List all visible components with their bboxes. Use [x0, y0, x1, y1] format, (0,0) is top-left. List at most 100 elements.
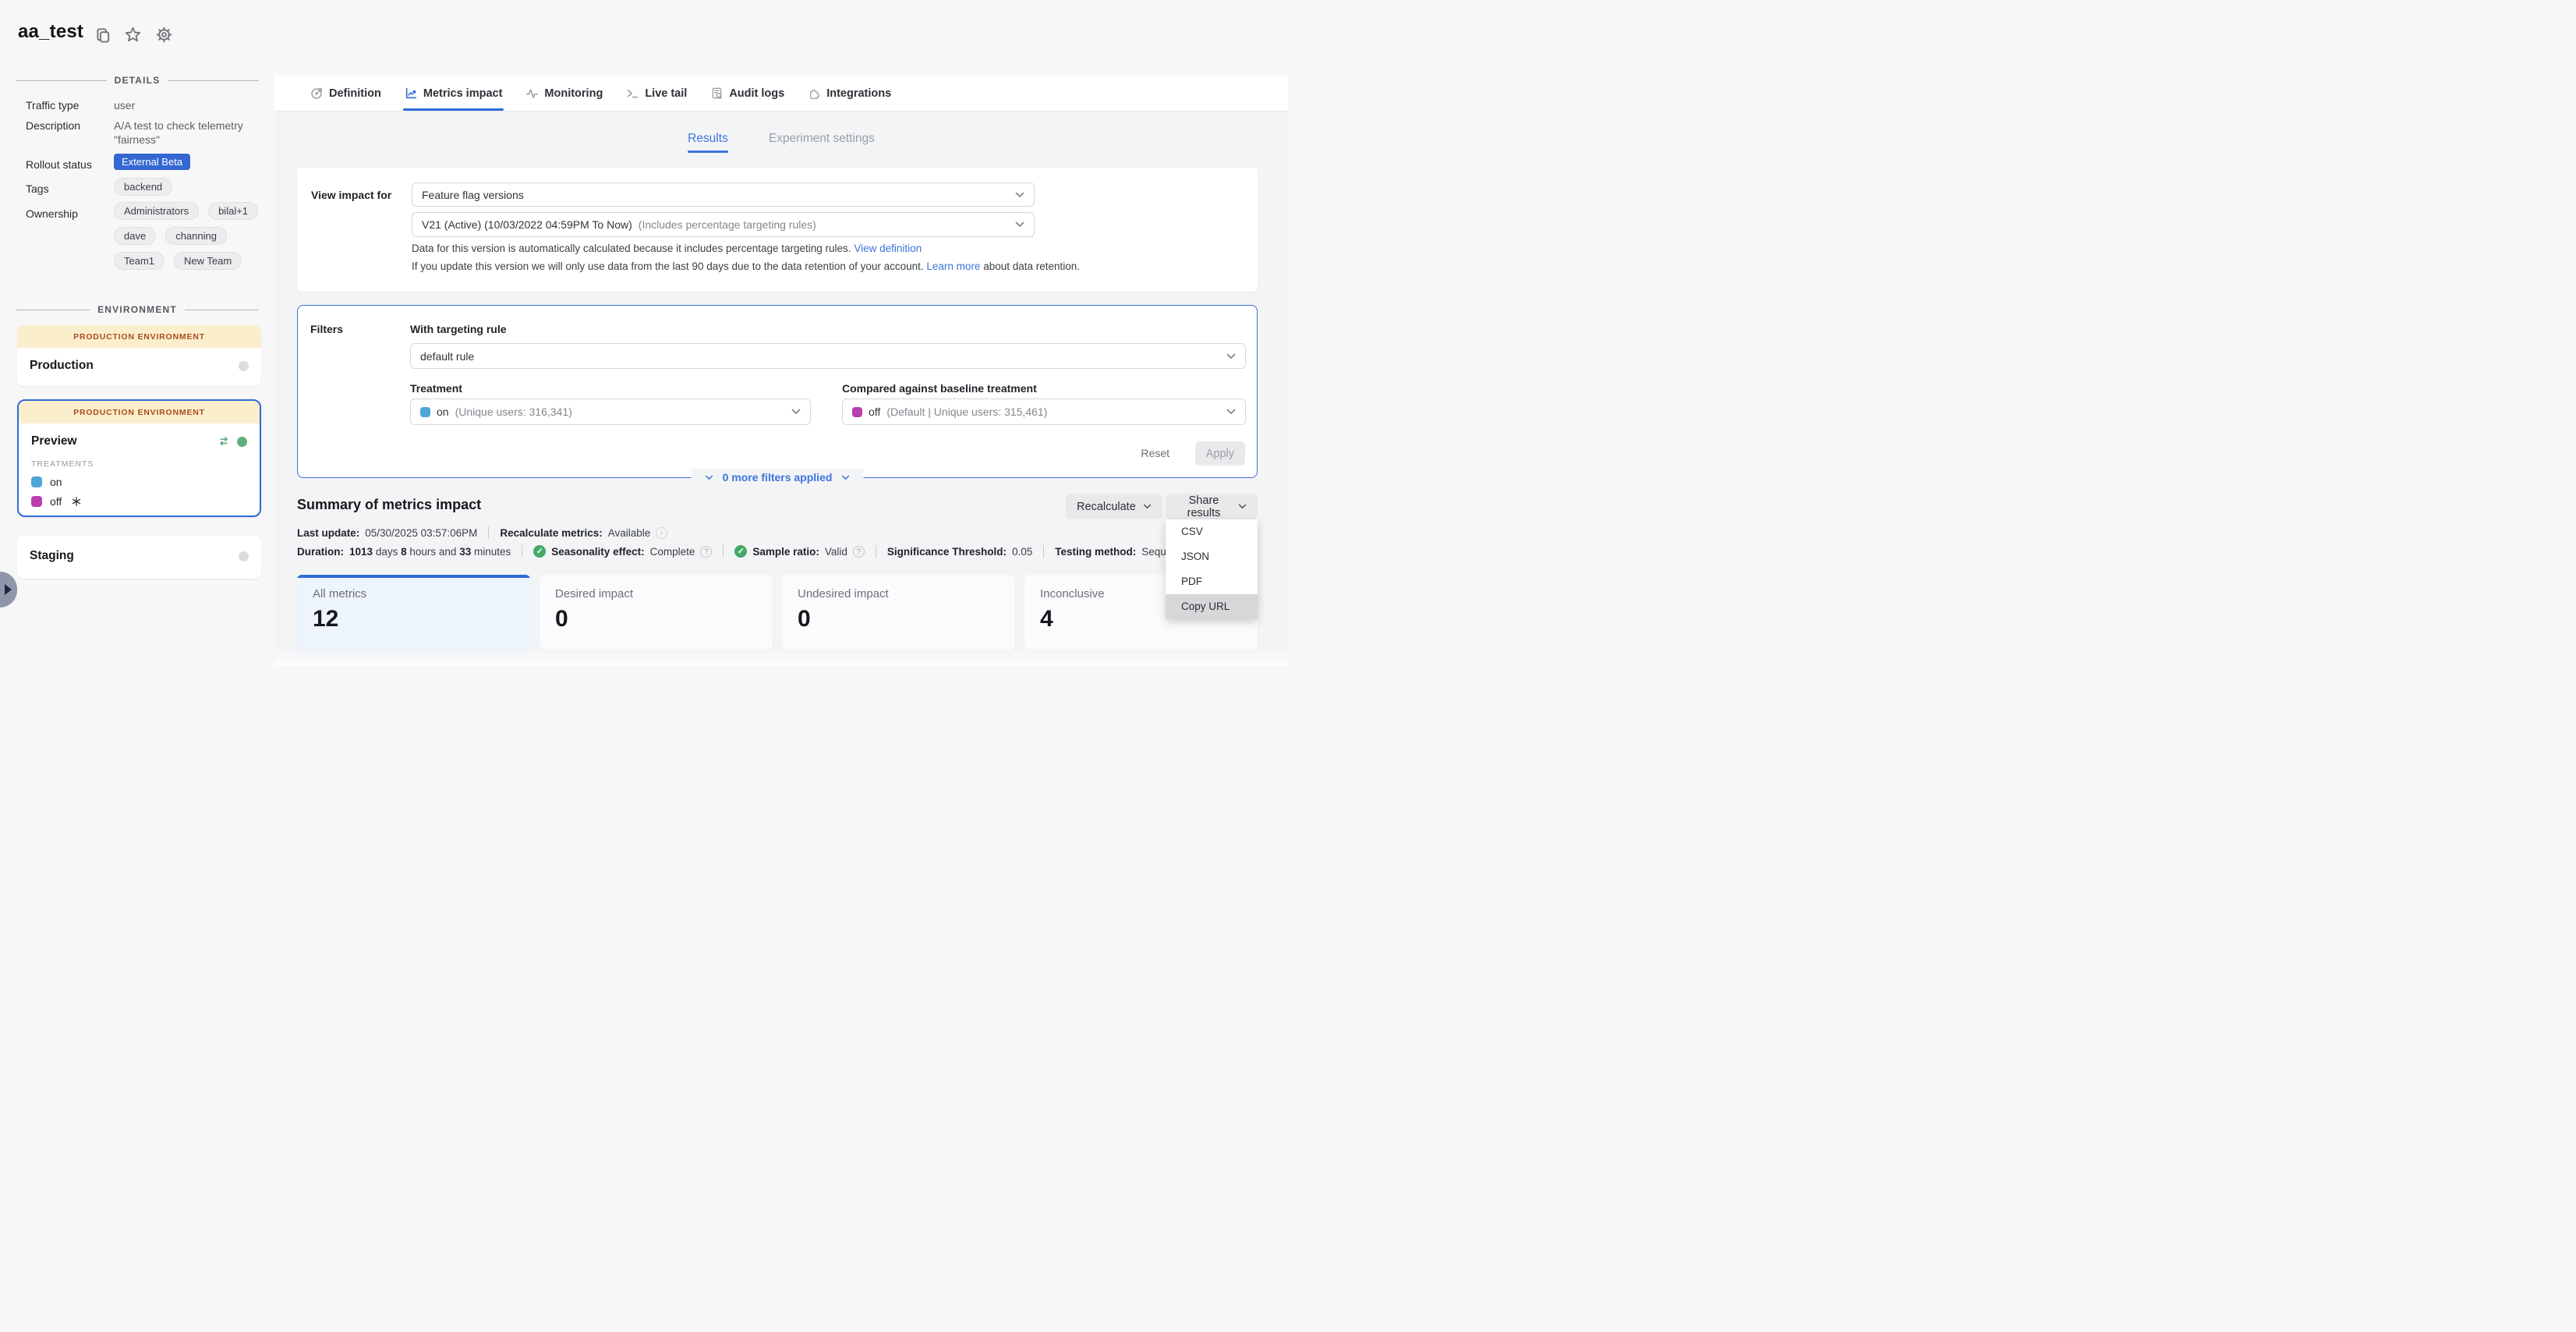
treatment-label: Treatment — [410, 382, 462, 395]
sidebar-expand-handle[interactable] — [0, 572, 17, 608]
view-definition-link[interactable]: View definition — [854, 243, 922, 254]
targeting-rule-value: default rule — [420, 350, 474, 363]
owner-chip: bilal+1 — [208, 202, 258, 220]
summary-title: Summary of metrics impact — [297, 497, 481, 513]
baseline-label: Compared against baseline treatment — [842, 382, 1037, 395]
main-tabbar: Definition Metrics impact Monitoring Liv… — [274, 76, 1288, 112]
version-note: (Includes percentage targeting rules) — [639, 218, 816, 231]
divider — [1043, 545, 1044, 558]
environment-name: Production — [30, 359, 94, 373]
divider — [488, 526, 489, 539]
metric-card-label: Undesired impact — [798, 587, 889, 600]
tab-monitoring[interactable]: Monitoring — [525, 76, 603, 111]
info-text: If you update this version we will only … — [412, 260, 924, 272]
duration-value: 1013 days 8 hours and 33 minutes — [349, 546, 511, 558]
environment-card-preview[interactable]: PRODUCTION ENVIRONMENT Preview TREATMENT… — [17, 399, 261, 517]
recalculate-button[interactable]: Recalculate — [1066, 494, 1162, 519]
treatments-title: TREATMENTS — [19, 448, 260, 469]
star-icon[interactable] — [122, 24, 143, 45]
metric-card-value: 0 — [555, 606, 568, 632]
question-icon: ? — [853, 546, 865, 558]
chevron-right-icon — [5, 584, 12, 595]
copy-icon[interactable] — [93, 25, 113, 45]
tab-definition[interactable]: Definition — [310, 76, 381, 111]
subtab-results[interactable]: Results — [688, 132, 728, 146]
subtab-experiment-settings[interactable]: Experiment settings — [769, 132, 875, 146]
tab-label: Monitoring — [544, 87, 603, 100]
more-filters-toggle[interactable]: 0 more filters applied — [692, 469, 864, 486]
page-title: aa_test — [18, 21, 83, 43]
impact-source-select[interactable]: Feature flag versions — [412, 182, 1035, 207]
info-text: Data for this version is automatically c… — [412, 243, 851, 254]
tab-label: Metrics impact — [423, 87, 503, 100]
treatment-row-off: off — [19, 488, 260, 508]
sample-ratio-value: Valid — [825, 546, 847, 558]
rollout-status-badge[interactable]: External Beta — [114, 154, 190, 170]
significance-value: 0.05 — [1012, 546, 1032, 558]
menu-item-pdf[interactable]: PDF — [1166, 569, 1258, 594]
summary-info-row-1: Last update: 05/30/2025 03:57:06PM Recal… — [297, 526, 667, 539]
metric-card-value: 12 — [313, 606, 338, 632]
seasonality-value: Complete — [650, 546, 695, 558]
baseline-select[interactable]: off (Default | Unique users: 315,461) — [842, 399, 1246, 425]
integrations-icon — [808, 87, 821, 100]
details-section-header: DETAILS — [16, 75, 259, 86]
tab-label: Definition — [329, 87, 381, 100]
targeting-rule-select[interactable]: default rule — [410, 343, 1246, 369]
info-text: about data retention. — [983, 260, 1080, 272]
summary-info-row-2: Duration: 1013 days 8 hours and 33 minut… — [297, 545, 1191, 558]
more-filters-label: 0 more filters applied — [723, 471, 833, 484]
tab-live-tail[interactable]: Live tail — [626, 76, 687, 111]
live-tail-icon — [626, 87, 639, 100]
treatment-off-name: off — [50, 495, 62, 508]
chevron-down-icon — [1143, 504, 1152, 509]
filters-label: Filters — [310, 323, 343, 335]
environment-title: ENVIRONMENT — [97, 304, 177, 315]
chevron-down-icon — [1238, 504, 1247, 509]
duration-label: Duration: — [297, 546, 344, 558]
production-environment-banner: PRODUCTION ENVIRONMENT — [17, 325, 261, 348]
treatment-off-swatch — [31, 496, 42, 507]
metric-card-label: Desired impact — [555, 587, 633, 600]
tab-integrations[interactable]: Integrations — [808, 76, 891, 111]
metrics-impact-panel: Results Experiment settings View impact … — [274, 112, 1288, 666]
version-select[interactable]: V21 (Active) (10/03/2022 04:59PM To Now)… — [412, 212, 1035, 237]
details-title: DETAILS — [115, 75, 161, 86]
owner-chip: Administrators — [114, 202, 199, 220]
treatment-select[interactable]: on (Unique users: 316,341) — [410, 399, 811, 425]
share-results-button[interactable]: Share results — [1166, 494, 1258, 519]
tab-audit-logs[interactable]: Audit logs — [710, 76, 784, 111]
last-update-label: Last update: — [297, 527, 359, 539]
bottom-fade — [274, 650, 1288, 666]
environment-card-production[interactable]: PRODUCTION ENVIRONMENT Production — [17, 325, 261, 386]
menu-item-csv[interactable]: CSV — [1166, 519, 1258, 544]
version-info-line-1: Data for this version is automatically c… — [412, 243, 922, 254]
metrics-impact-icon — [405, 87, 418, 100]
metric-card-desired-impact[interactable]: Desired impact 0 — [540, 575, 773, 650]
question-icon: ? — [700, 546, 712, 558]
check-circle-icon: ✓ — [533, 545, 546, 558]
menu-item-copy-url[interactable]: Copy URL — [1166, 594, 1258, 619]
environment-card-staging[interactable]: Staging — [17, 536, 261, 579]
chevron-down-icon — [1226, 409, 1236, 415]
treatment-row-on: on — [19, 469, 260, 488]
metric-card-undesired-impact[interactable]: Undesired impact 0 — [782, 575, 1015, 650]
tab-metrics-impact[interactable]: Metrics impact — [405, 76, 503, 111]
last-update-value: 05/30/2025 03:57:06PM — [365, 527, 477, 539]
environment-name: Preview — [31, 434, 77, 448]
menu-item-json[interactable]: JSON — [1166, 544, 1258, 569]
status-dot-gray — [239, 551, 249, 561]
tag-chip: backend — [114, 178, 172, 196]
reset-button[interactable]: Reset — [1136, 446, 1174, 460]
metric-card-all-metrics[interactable]: All metrics 12 — [297, 575, 530, 650]
recalculate-label: Recalculate — [1077, 501, 1136, 513]
treatment-on-swatch — [420, 407, 430, 417]
owner-chip: Team1 — [114, 252, 165, 270]
apply-button[interactable]: Apply — [1195, 441, 1245, 466]
gear-icon[interactable] — [154, 24, 175, 45]
metric-card-value: 0 — [798, 606, 811, 632]
learn-more-link[interactable]: Learn more — [926, 260, 980, 272]
tab-label: Audit logs — [729, 87, 784, 100]
status-dot-green — [237, 437, 247, 447]
filters-box: Filters With targeting rule default rule… — [297, 305, 1258, 478]
